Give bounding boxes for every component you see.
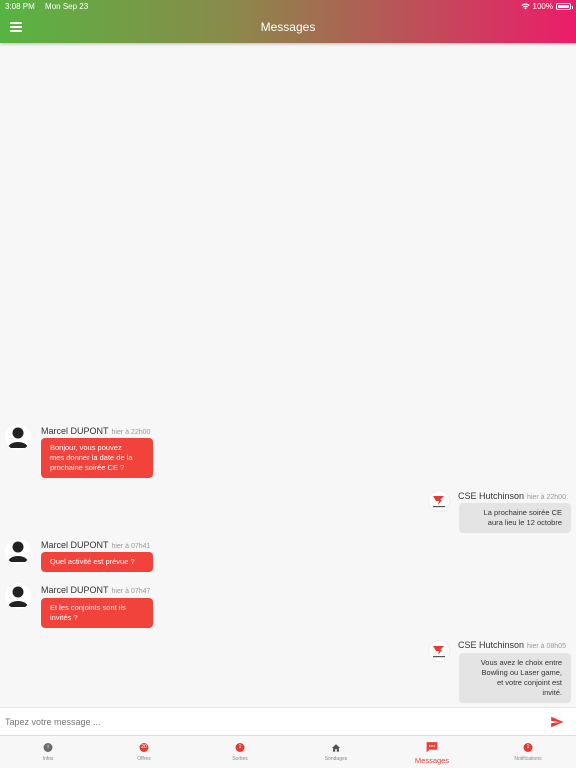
offers-badge: 20: [139, 743, 149, 752]
tab-sondages[interactable]: Sondages: [288, 736, 384, 768]
message-author: Marcel DUPONT: [41, 585, 109, 595]
send-icon[interactable]: [550, 715, 564, 729]
outings-badge: 1: [235, 743, 245, 752]
wifi-icon: [521, 3, 530, 10]
message-author: CSE Hutchinson: [458, 491, 525, 501]
tab-sorties[interactable]: 1 Sorties: [192, 736, 288, 768]
message-time: hier à 07h41: [111, 543, 151, 550]
tab-notifications[interactable]: 1 Notifications: [480, 736, 576, 768]
message-bubble: La prochaine soirée CE aura lieu le 12 o…: [459, 503, 571, 533]
notifications-badge: 1: [523, 743, 533, 752]
message-meta: Marcel DUPONT hier à 07h47: [41, 585, 150, 595]
user-avatar: [5, 583, 31, 609]
message-bubble: Vous avez le choix entre Bowling ou Lase…: [459, 653, 571, 703]
cse-logo-avatar: [428, 490, 450, 512]
message-bubble: Et les conjoints sont ils invités ?: [41, 598, 153, 628]
message-input[interactable]: [5, 714, 525, 730]
message-time: hier à 08h05: [527, 643, 566, 650]
battery-percent: 100%: [532, 2, 553, 11]
chat-icon: [426, 742, 438, 753]
message-meta: Marcel DUPONT hier à 22h00: [41, 426, 150, 436]
home-icon: [331, 744, 341, 752]
tab-offres[interactable]: 20 Offres: [96, 736, 192, 768]
cse-logo-avatar: [428, 640, 450, 662]
message-bubble: Quel activité est prévue ?: [41, 552, 153, 572]
message-meta: CSE Hutchinson hier à 22h00: [458, 491, 566, 501]
message-bubble: Bonjour, vous pouvez mes donner la date …: [41, 438, 153, 478]
message-list[interactable]: Marcel DUPONT hier à 22h00 Bonjour, vous …: [0, 43, 576, 707]
message-author: Marcel DUPONT: [41, 426, 109, 436]
message-composer: [0, 707, 576, 735]
message-meta: Marcel DUPONT hier à 07h41: [41, 540, 150, 550]
status-time: 3:08 PM: [5, 2, 35, 11]
message-author: Marcel DUPONT: [41, 540, 109, 550]
message-time: hier à 22h00: [527, 494, 566, 501]
message-meta: CSE Hutchinson hier à 08h05: [458, 640, 566, 650]
bottom-tab-bar: i Infos 20 Offres 1 Sorties Sondages Mes…: [0, 735, 576, 768]
tab-infos[interactable]: i Infos: [0, 736, 96, 768]
battery-icon: [556, 3, 573, 10]
info-icon: i: [43, 743, 53, 752]
message-author: CSE Hutchinson: [458, 640, 525, 650]
message-time: hier à 22h00: [111, 429, 151, 436]
user-avatar: [5, 538, 31, 564]
tab-messages[interactable]: Messages: [384, 736, 480, 768]
status-bar: 3:08 PM Mon Sep 23 100%: [0, 0, 576, 12]
status-date: Mon Sep 23: [45, 2, 89, 11]
page-title: Messages: [260, 20, 316, 34]
app-header: 3:08 PM Mon Sep 23 100% Messages: [0, 0, 576, 43]
user-avatar: [5, 424, 31, 450]
message-time: hier à 07h47: [111, 588, 151, 595]
